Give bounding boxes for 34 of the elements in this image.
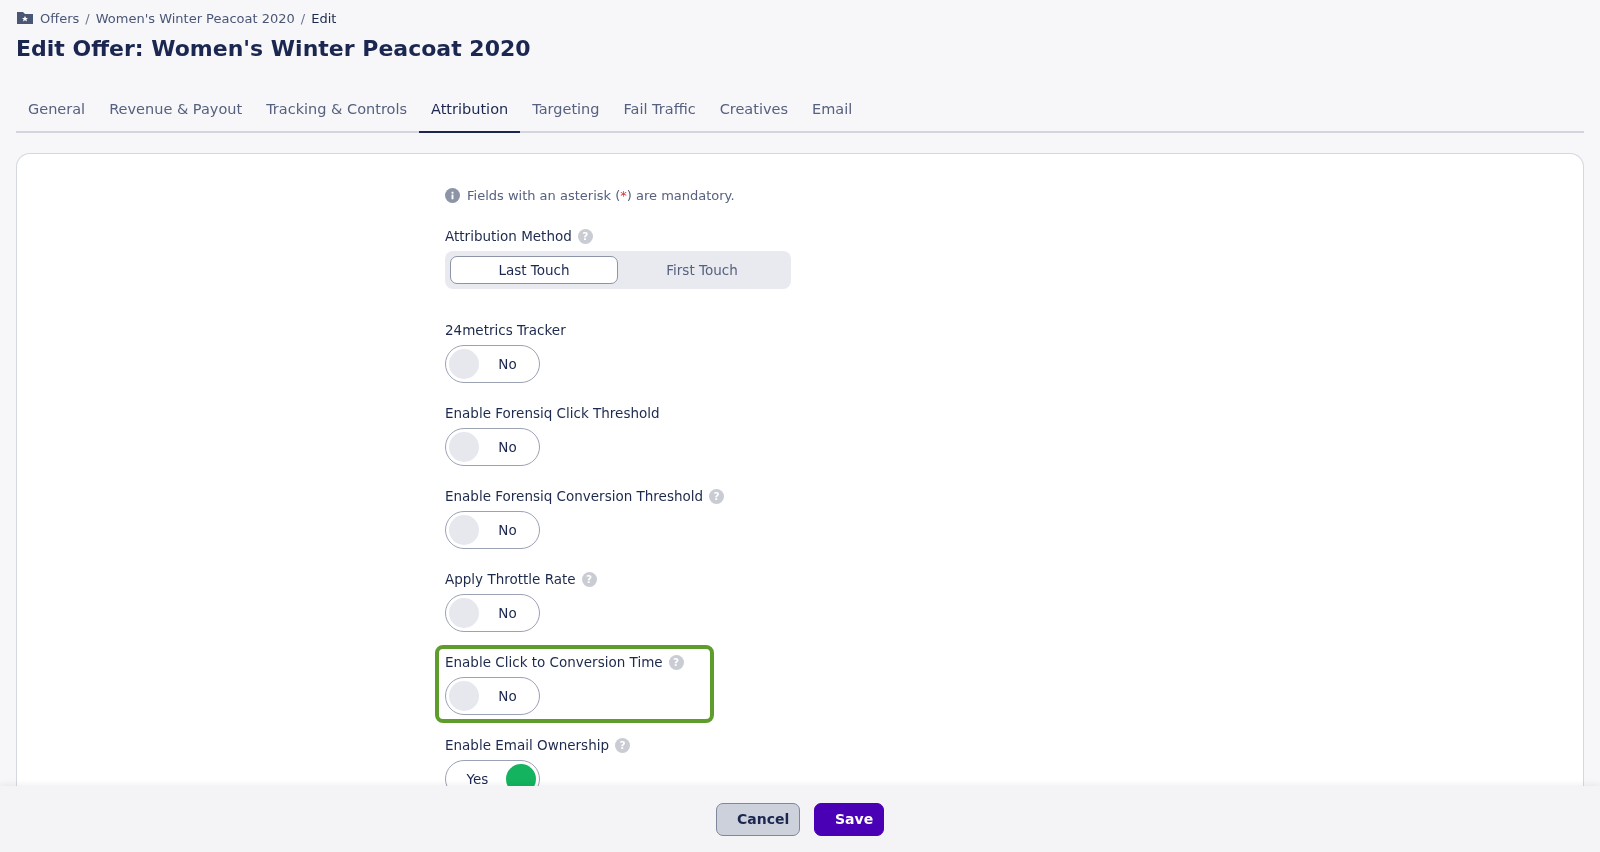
tab[interactable]: Targeting <box>520 94 612 133</box>
page-title: Edit Offer: Women's Winter Peacoat 2020 <box>16 36 532 61</box>
toggle-switch[interactable]: No <box>445 511 540 549</box>
breadcrumb-link[interactable]: Women's Winter Peacoat 2020 <box>95 10 295 26</box>
breadcrumb-separator: / <box>85 10 90 26</box>
tab[interactable]: Revenue & Payout <box>97 94 255 133</box>
tab[interactable]: Tracking & Controls <box>254 94 419 133</box>
field-label: Attribution Method <box>445 228 572 244</box>
mandatory-note: Fields with an asterisk (*) are mandatory. <box>467 188 735 203</box>
tab[interactable]: Attribution <box>419 94 521 133</box>
field-label: Enable Forensiq Click Threshold <box>445 405 660 421</box>
field-label: Enable Click to Conversion Time <box>445 654 663 670</box>
folder-star-icon <box>16 11 34 25</box>
toggle-switch[interactable]: No <box>445 594 540 632</box>
info-icon <box>445 188 460 203</box>
toggle-switch[interactable]: No <box>445 677 540 715</box>
toggle-switch[interactable]: No <box>445 345 540 383</box>
cancel-button[interactable]: Cancel <box>716 802 800 836</box>
segment-option[interactable]: First Touch <box>618 256 786 284</box>
breadcrumb-separator: / <box>300 10 306 26</box>
field-label: 24metrics Tracker <box>445 322 566 338</box>
tab[interactable]: General <box>16 94 98 133</box>
save-button[interactable]: Save <box>814 802 884 836</box>
breadcrumb-current: Edit <box>311 10 337 26</box>
field-label: Enable Email Ownership <box>445 737 609 753</box>
toggle-switch[interactable]: Yes <box>445 760 540 786</box>
tab[interactable]: Creatives <box>707 94 800 133</box>
field-label: Enable Forensiq Conversion Threshold <box>445 488 704 504</box>
tab[interactable]: Email <box>800 94 865 133</box>
segment-option[interactable]: Last Touch <box>450 256 618 284</box>
toggle-switch[interactable]: No <box>445 428 540 466</box>
field-label: Apply Throttle Rate <box>445 571 576 587</box>
breadcrumb-link[interactable]: Offers <box>40 10 80 26</box>
tab[interactable]: Fail Traffic <box>611 94 708 133</box>
